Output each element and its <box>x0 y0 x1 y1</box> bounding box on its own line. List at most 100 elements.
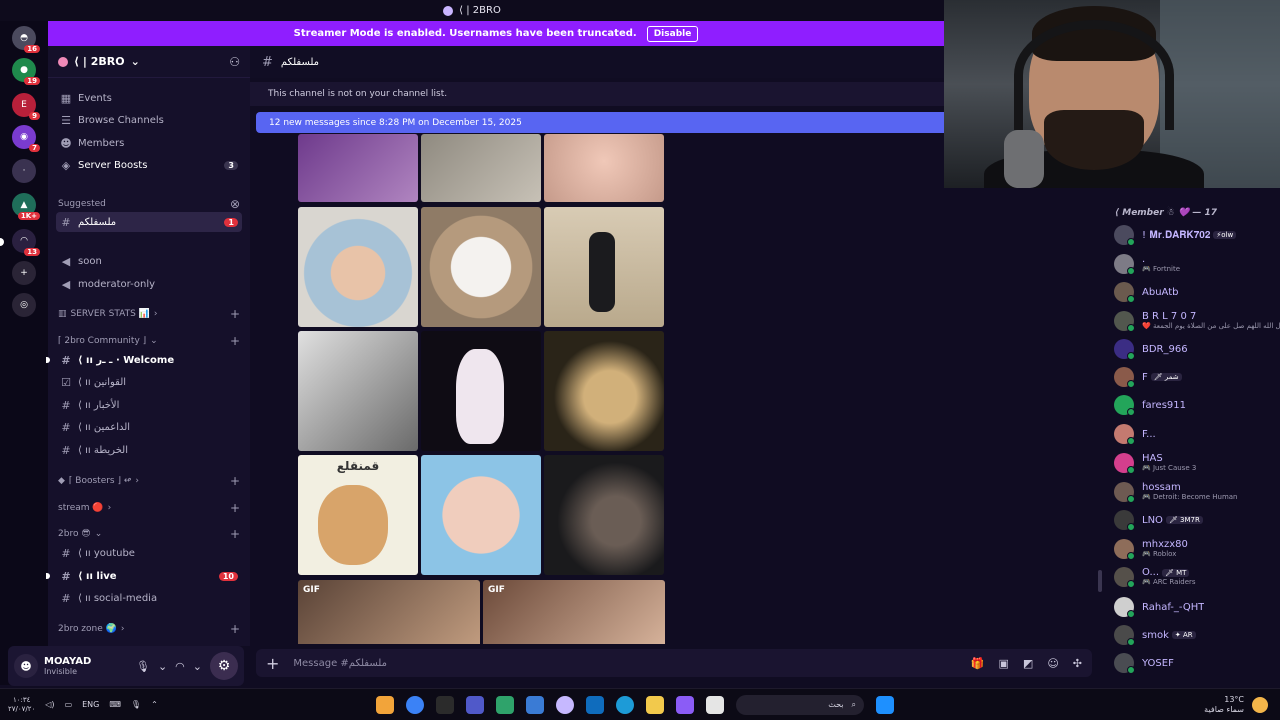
gif-tile[interactable] <box>421 455 541 575</box>
channel-youtube[interactable]: # ⟨ ıı youtube <box>56 543 242 563</box>
gift-icon[interactable]: 🎁 <box>971 657 985 670</box>
member-row[interactable]: smok ✦ AR <box>1114 624 1280 646</box>
sticker-icon[interactable]: ◩ <box>1023 657 1033 670</box>
sidebar-item-server-boosts[interactable]: ◈ Server Boosts 3 <box>56 155 242 175</box>
member-row[interactable]: mhxzx80 🎮 Roblox <box>1114 538 1280 560</box>
category-community[interactable]: ⌈ 2bro Community ⌋ ⌄ + <box>58 332 240 350</box>
gif-tile[interactable]: قمنقلع <box>298 455 418 575</box>
discord-icon[interactable] <box>556 695 574 714</box>
clock[interactable]: ١٠:٣٤ ٢٧/٠٧/٢٠ <box>8 696 35 714</box>
gif-picker-icon[interactable]: ▣ <box>999 657 1009 670</box>
volume-icon[interactable]: ◁) <box>45 700 54 709</box>
channel-suggested[interactable]: # ملسفلكم 1 <box>56 212 242 232</box>
guild-header[interactable]: ⟨ | 2BRO ⌄ ⚇ <box>48 46 250 78</box>
gear-icon[interactable]: ⚙ <box>210 652 238 680</box>
sidebar-item-members[interactable]: ☻ Members <box>56 133 242 153</box>
add-channel-icon[interactable]: + <box>230 334 240 348</box>
folder-icon[interactable] <box>646 695 664 714</box>
channel-rules[interactable]: ☑ ⟨ ıı القوانين <box>56 372 242 392</box>
message-input[interactable]: Message #ملسفلكم <box>293 658 387 669</box>
add-server-icon[interactable]: + <box>12 261 36 285</box>
gif-tile[interactable] <box>421 134 541 202</box>
weather-icon[interactable] <box>1252 696 1268 713</box>
category-stream[interactable]: stream 🔴 › + <box>58 499 240 517</box>
headphones-icon[interactable]: ◠ <box>175 660 185 673</box>
language-indicator[interactable]: ENG <box>82 700 99 709</box>
gif-tile[interactable] <box>298 134 418 202</box>
search-box[interactable]: بحث ⌕ <box>736 694 864 715</box>
channel-map[interactable]: # ⟨ ıı الخريطة <box>56 440 242 460</box>
member-row[interactable]: LNO 🗡 3M7R <box>1114 509 1280 531</box>
member-row[interactable]: BDR_966 <box>1114 338 1280 360</box>
user-info[interactable]: MOAYAD Invisible <box>44 656 91 676</box>
server-icon[interactable]: ◠ 13 <box>12 229 40 256</box>
chevron-down-icon[interactable]: ⌄ <box>158 660 167 673</box>
gif-tile[interactable]: GIF <box>298 580 480 644</box>
teams-icon[interactable] <box>466 695 484 714</box>
add-channel-icon[interactable]: + <box>230 622 240 636</box>
disable-button[interactable]: Disable <box>646 25 699 42</box>
chevron-up-icon[interactable]: ⌃ <box>151 700 158 709</box>
channel-soon[interactable]: ◀ soon <box>56 251 242 271</box>
member-row[interactable]: AbuAtb <box>1114 281 1280 303</box>
category-boosters[interactable]: ◆ ⌈ Boosters ⌋ ↫ › + <box>58 472 240 490</box>
gif-tile[interactable]: GIF <box>483 580 665 644</box>
apps-icon[interactable]: ✣ <box>1073 657 1082 670</box>
channel-news[interactable]: # ⟨ ıı الأخبار <box>56 395 242 415</box>
start-icon[interactable] <box>876 695 894 714</box>
server-icon[interactable]: ▲ 1K+ <box>12 193 40 220</box>
member-row[interactable]: F... <box>1114 423 1280 445</box>
add-channel-icon[interactable]: + <box>230 307 240 321</box>
sidebar-item-browse-channels[interactable]: ☰ Browse Channels <box>56 110 242 130</box>
member-row[interactable]: Rahaf-_-QHT <box>1114 596 1280 618</box>
task-view-icon[interactable] <box>706 695 724 714</box>
app-icon[interactable] <box>436 695 454 714</box>
app-icon[interactable] <box>496 695 514 714</box>
edge-icon[interactable] <box>616 695 634 714</box>
server-icon[interactable]: E9 <box>12 93 40 120</box>
server-icon[interactable]: ◉ 7 <box>12 125 40 152</box>
channel-live[interactable]: # ⟨ ıı live 10 <box>46 566 242 586</box>
microphone-icon[interactable]: 🎙 <box>131 700 141 709</box>
category-server-stats[interactable]: ▥ SERVER STATS 📊 › + <box>58 305 240 323</box>
explore-icon[interactable]: ◎ <box>12 293 36 317</box>
channel-welcome[interactable]: # ⟨ ıı ـ ـﺭ · Welcome <box>46 350 242 370</box>
member-row[interactable]: . 🎮 Fortnite <box>1114 253 1280 275</box>
gif-tile[interactable] <box>544 207 664 327</box>
sidebar-item-events[interactable]: ▦ Events <box>56 88 242 108</box>
member-row[interactable]: O... 🗡 MT 🎮 ARC Raiders <box>1114 566 1280 588</box>
member-group-header[interactable]: ⟨ Member ☃ 💜 — 17 <box>1115 208 1217 218</box>
copilot-icon[interactable] <box>676 695 694 714</box>
member-row[interactable]: F 🗡 شمر <box>1114 366 1280 388</box>
member-row[interactable]: fares911 <box>1114 394 1280 416</box>
gif-tile[interactable] <box>544 134 664 202</box>
gif-tile[interactable] <box>298 331 418 451</box>
add-channel-icon[interactable]: + <box>230 501 240 515</box>
store-icon[interactable] <box>526 695 544 714</box>
app-icon[interactable] <box>376 695 394 714</box>
server-icon[interactable]: · <box>12 159 36 183</box>
new-messages-bar[interactable]: 12 new messages since 8:28 PM on Decembe… <box>256 112 944 133</box>
invite-people-icon[interactable]: ⚇ <box>229 55 240 69</box>
member-row[interactable]: HAS 🎮 Just Cause 3 <box>1114 452 1280 474</box>
category-zone[interactable]: 2bro zone 🌍 › + <box>58 620 240 638</box>
add-channel-icon[interactable]: + <box>230 474 240 488</box>
keyboard-icon[interactable]: ⌨ <box>109 700 121 709</box>
network-icon[interactable]: ▭ <box>65 700 73 709</box>
gif-tile[interactable] <box>544 331 664 451</box>
channel-social-media[interactable]: # ⟨ ıı social-media <box>56 588 242 608</box>
scrollbar[interactable] <box>1098 570 1102 592</box>
member-row[interactable]: hossam 🎮 Detroit: Become Human <box>1114 481 1280 503</box>
mail-icon[interactable] <box>586 695 604 714</box>
gif-tile[interactable] <box>421 207 541 327</box>
gif-tile[interactable] <box>421 331 541 451</box>
discord-home-icon[interactable]: ◓ 16 <box>12 26 40 53</box>
channel-moderator-only[interactable]: ◀ moderator-only <box>56 274 242 294</box>
channel-supporters[interactable]: # ⟨ ıı الداعمين <box>56 417 242 437</box>
add-attachment-icon[interactable]: + <box>266 654 279 673</box>
category-2bro[interactable]: 2bro 😎 ⌄ + <box>58 525 240 543</box>
gif-tile[interactable] <box>544 455 664 575</box>
add-channel-icon[interactable]: + <box>230 527 240 541</box>
message-composer[interactable]: + Message #ملسفلكم 🎁 ▣ ◩ ☺ ✣ <box>256 649 1092 677</box>
close-icon[interactable]: ⊗ <box>230 197 240 211</box>
